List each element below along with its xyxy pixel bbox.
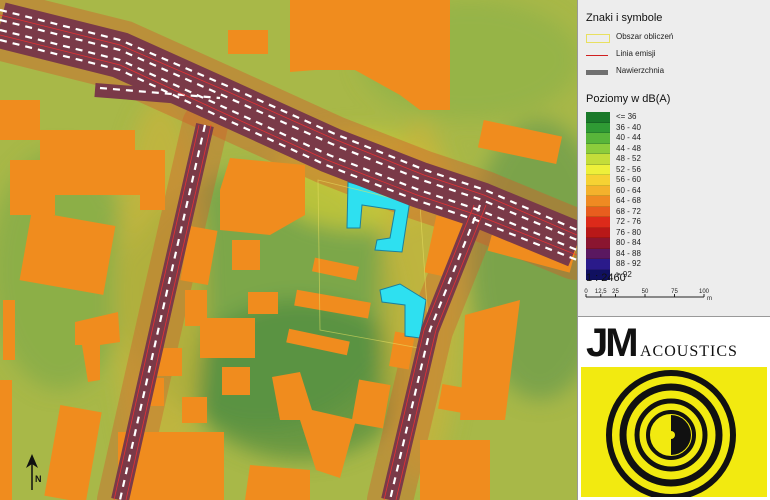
level-swatch: [586, 112, 610, 123]
level-row: 72 - 76: [586, 217, 706, 228]
symbol-label: Nawierzchnia: [616, 66, 665, 75]
scale-tick-label: 50: [642, 289, 649, 295]
level-swatch: [586, 164, 610, 175]
level-label: 72 - 76: [616, 217, 641, 226]
symbol-swatch: [586, 34, 610, 43]
logo-emblem: [581, 367, 767, 497]
symbol-row: Nawierzchnia: [586, 66, 766, 78]
north-label: N: [35, 474, 42, 484]
symbol-swatch: [586, 55, 608, 56]
level-swatch: [586, 143, 610, 154]
symbol-swatch: [586, 70, 608, 75]
level-label: <= 36: [616, 112, 637, 121]
level-label: 44 - 48: [616, 143, 641, 153]
level-swatch: [586, 259, 610, 270]
level-row: 36 - 40: [586, 122, 706, 133]
map-legend: Znaki i symbole Obszar obliczeń Linia emi…: [577, 0, 770, 316]
level-label: 52 - 56: [616, 164, 641, 174]
symbol-label: Obszar obliczeń: [616, 32, 674, 41]
symbol-label: Linia emisji: [616, 49, 656, 58]
level-row: 68 - 72: [586, 206, 706, 217]
level-row: 56 - 60: [586, 175, 706, 186]
noise-map-canvas: [0, 0, 577, 500]
level-row: 60 - 64: [586, 185, 706, 196]
level-row: 84 - 88: [586, 248, 706, 259]
level-swatch: [586, 185, 610, 196]
levels-title: Poziomy w dB(A): [586, 93, 671, 105]
logo-name: ACOUSTICS: [640, 343, 738, 360]
level-swatch: [586, 227, 610, 238]
level-swatch: [586, 196, 610, 207]
symbol-row: Obszar obliczeń: [586, 32, 766, 44]
level-row: 76 - 80: [586, 227, 706, 238]
symbols-title: Znaki i symbole: [586, 12, 663, 24]
level-label: 84 - 88: [616, 248, 641, 258]
scale-tick-label: 75: [671, 289, 678, 295]
level-label: 40 - 44: [616, 133, 641, 142]
level-label: 64 - 68: [616, 196, 641, 205]
logo-initials: JM: [586, 321, 639, 365]
scale-tick-label: 25: [612, 289, 619, 295]
level-row: 40 - 44: [586, 133, 706, 144]
north-arrow-icon: [26, 454, 38, 490]
level-label: 36 - 40: [616, 122, 641, 132]
level-row: <= 36: [586, 112, 706, 123]
level-swatch: [586, 175, 610, 186]
company-logo: JM ACOUSTICS: [577, 316, 770, 500]
level-swatch: [586, 217, 610, 228]
scale-tick-label: 12,5: [595, 289, 607, 295]
symbol-row: Linia emisji: [586, 49, 766, 61]
level-label: 56 - 60: [616, 175, 641, 184]
level-label: 76 - 80: [616, 227, 641, 237]
level-row: 80 - 84: [586, 238, 706, 249]
level-swatch: [586, 248, 610, 259]
level-row: 52 - 56: [586, 164, 706, 175]
level-swatch: [586, 238, 610, 249]
level-label: 80 - 84: [616, 238, 641, 247]
level-label: 88 - 92: [616, 259, 641, 268]
noise-map[interactable]: N: [0, 0, 577, 500]
scale-unit: m: [707, 296, 712, 302]
scale-tick-label: 0: [584, 289, 588, 295]
scale-bar: 0 12,5 25 50 75 100m: [584, 289, 712, 302]
level-row: 88 - 92: [586, 259, 706, 270]
north-arrow: N: [22, 452, 42, 497]
level-swatch: [586, 206, 610, 217]
level-swatch: [586, 133, 610, 144]
level-label: 48 - 52: [616, 154, 641, 163]
level-row: 64 - 68: [586, 196, 706, 207]
level-swatch: [586, 154, 610, 165]
level-row: 48 - 52: [586, 154, 706, 165]
level-label: 60 - 64: [616, 185, 641, 195]
map-scale: 1 : 2460: [586, 272, 626, 284]
level-swatch: [586, 122, 610, 133]
level-row: 44 - 48: [586, 143, 706, 154]
scale-tick-label: 100: [699, 289, 710, 295]
level-label: 68 - 72: [616, 206, 641, 216]
